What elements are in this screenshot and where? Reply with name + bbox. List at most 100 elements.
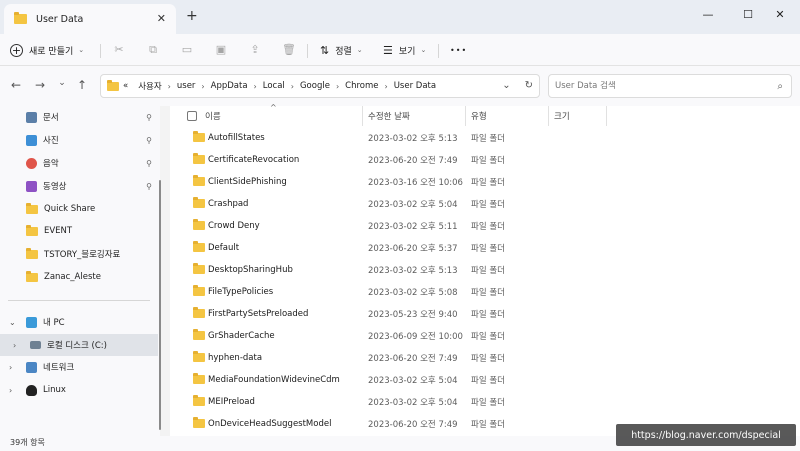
breadcrumb-item[interactable]: user xyxy=(177,81,196,91)
tab-close-button[interactable]: ✕ xyxy=(157,12,166,25)
column-header-label: 크기 xyxy=(554,112,570,122)
command-bar: + 새로 만들기 ⌄ ✂ ⧉ ▭ ▣ ⇪ 🗑 ⇅ 정렬 ⌄ ☰ 보기 ⌄ ••• xyxy=(0,34,800,66)
breadcrumb-item[interactable]: User Data xyxy=(394,81,436,91)
file-type: 파일 폴더 xyxy=(471,134,505,144)
chevron-down-icon: ⌄ xyxy=(420,46,427,54)
new-tab-button[interactable]: + xyxy=(186,8,198,24)
sidebar-item-linux[interactable]: › Linux xyxy=(0,379,158,401)
search-input[interactable] xyxy=(555,81,755,91)
file-type: 파일 폴더 xyxy=(471,420,505,430)
navigation-pane: 문서 ⚲ 사진 ⚲ 음악 ⚲ 동영상 ⚲ Quick Share EVENT T… xyxy=(0,106,161,436)
sidebar-item-network[interactable]: › 네트워크 xyxy=(0,356,158,378)
file-type: 파일 폴더 xyxy=(471,244,505,254)
address-dropdown-icon[interactable]: ⌄ xyxy=(502,80,510,91)
table-row[interactable]: MEIPreload 2023-03-02 오후 5:04 파일 폴더 xyxy=(170,391,800,413)
sidebar-item-label: 로컬 디스크 (C:) xyxy=(47,341,107,351)
delete-icon[interactable]: 🗑 xyxy=(281,42,297,58)
column-divider[interactable] xyxy=(362,106,363,126)
column-header-size[interactable]: 크기 xyxy=(554,106,570,126)
column-divider[interactable] xyxy=(548,106,549,126)
forward-button[interactable]: → xyxy=(32,78,48,92)
refresh-icon[interactable]: ↻ xyxy=(525,80,533,91)
address-bar[interactable]: « 사용자 › user › AppData › Local › Google … xyxy=(100,74,540,98)
breadcrumb-item[interactable]: 사용자 xyxy=(138,80,161,92)
plus-icon: + xyxy=(10,43,23,57)
file-date: 2023-03-02 오후 5:13 xyxy=(368,134,458,144)
file-type: 파일 폴더 xyxy=(471,266,505,276)
new-button[interactable]: + 새로 만들기 ⌄ xyxy=(10,40,84,60)
table-row[interactable]: FileTypePolicies 2023-03-02 오후 5:08 파일 폴… xyxy=(170,281,800,303)
column-header-label: 유형 xyxy=(471,112,487,122)
table-row[interactable]: Default 2023-06-20 오후 5:37 파일 폴더 xyxy=(170,237,800,259)
pin-icon: ⚲ xyxy=(146,112,152,122)
search-box[interactable]: ⌕ xyxy=(548,74,792,98)
table-row[interactable]: AutofillStates 2023-03-02 오후 5:13 파일 폴더 xyxy=(170,127,800,149)
column-header-type[interactable]: 유형 xyxy=(471,106,487,126)
breadcrumb-separator: › xyxy=(253,81,257,91)
chevron-right-icon[interactable]: › xyxy=(13,341,16,350)
table-row[interactable]: DesktopSharingHub 2023-03-02 오후 5:13 파일 … xyxy=(170,259,800,281)
sidebar-item-documents[interactable]: 문서 ⚲ xyxy=(0,106,158,128)
sidebar-item-music[interactable]: 음악 ⚲ xyxy=(0,152,158,174)
chevron-down-icon: ⌄ xyxy=(356,46,363,54)
breadcrumb-item[interactable]: Google xyxy=(300,81,330,91)
back-button[interactable]: ← xyxy=(8,78,24,92)
folder-icon xyxy=(26,202,38,214)
table-row[interactable]: Crashpad 2023-03-02 오후 5:04 파일 폴더 xyxy=(170,193,800,215)
sidebar-item-pictures[interactable]: 사진 ⚲ xyxy=(0,129,158,151)
chevron-right-icon[interactable]: › xyxy=(9,386,12,395)
copy-icon[interactable]: ⧉ xyxy=(145,42,161,58)
sidebar-item-local-disk[interactable]: › 로컬 디스크 (C:) xyxy=(0,334,158,356)
table-row[interactable]: Crowd Deny 2023-03-02 오후 5:11 파일 폴더 xyxy=(170,215,800,237)
more-options-button[interactable]: ••• xyxy=(450,40,467,60)
cut-icon[interactable]: ✂ xyxy=(111,42,127,58)
file-list: ^ 이름 수정한 날짜 유형 크기 AutofillStates 2023-03… xyxy=(170,103,800,436)
table-row[interactable]: ClientSidePhishing 2023-03-16 오전 10:06 파… xyxy=(170,171,800,193)
breadcrumb-item[interactable]: Chrome xyxy=(345,81,378,91)
up-button[interactable]: ↑ xyxy=(74,78,90,92)
file-name: DesktopSharingHub xyxy=(208,265,293,275)
sidebar-scrollbar[interactable] xyxy=(159,180,161,430)
table-row[interactable]: MediaFoundationWidevineCdm 2023-03-02 오후… xyxy=(170,369,800,391)
view-button[interactable]: ☰ 보기 ⌄ xyxy=(383,40,426,60)
chevron-down-icon[interactable]: ⌄ xyxy=(9,318,16,327)
sidebar-item-quick-share[interactable]: Quick Share xyxy=(0,198,158,220)
column-divider[interactable] xyxy=(606,106,607,126)
search-icon[interactable]: ⌕ xyxy=(777,81,783,92)
share-icon[interactable]: ⇪ xyxy=(247,42,263,58)
table-row[interactable]: GrShaderCache 2023-06-09 오전 10:00 파일 폴더 xyxy=(170,325,800,347)
tab-user-data[interactable]: User Data ✕ xyxy=(4,4,176,34)
sidebar-item-tstory[interactable]: TSTORY_블로깅자료 xyxy=(0,243,158,265)
folder-icon xyxy=(193,241,205,252)
item-count: 39개 항목 xyxy=(10,438,45,447)
minimize-button[interactable]: — xyxy=(688,3,728,25)
pin-icon: ⚲ xyxy=(146,135,152,145)
sidebar-item-videos[interactable]: 동영상 ⚲ xyxy=(0,175,158,197)
breadcrumb-separator: › xyxy=(201,81,205,91)
paste-icon[interactable]: ▭ xyxy=(179,42,195,58)
chevron-right-icon[interactable]: › xyxy=(9,363,12,372)
table-row[interactable]: CertificateRevocation 2023-06-20 오전 7:49… xyxy=(170,149,800,171)
table-row[interactable]: FirstPartySetsPreloaded 2023-05-23 오전 9:… xyxy=(170,303,800,325)
recent-locations-button[interactable]: ⌄ xyxy=(54,78,70,88)
breadcrumb-overflow[interactable]: « xyxy=(123,81,128,91)
close-window-button[interactable]: ✕ xyxy=(760,3,800,25)
chevron-down-icon: ⌄ xyxy=(78,46,85,54)
new-button-label: 새로 만들기 xyxy=(29,46,74,57)
select-all-checkbox[interactable] xyxy=(187,111,197,121)
title-bar: User Data ✕ + — ☐ ✕ xyxy=(0,0,800,34)
column-divider[interactable] xyxy=(465,106,466,126)
sidebar-item-event[interactable]: EVENT xyxy=(0,220,158,242)
sort-icon: ⇅ xyxy=(320,43,330,57)
rename-icon[interactable]: ▣ xyxy=(213,42,229,58)
sort-button[interactable]: ⇅ 정렬 ⌄ xyxy=(320,40,363,60)
table-row[interactable]: hyphen-data 2023-06-20 오전 7:49 파일 폴더 xyxy=(170,347,800,369)
sidebar-item-this-pc[interactable]: ⌄ 내 PC xyxy=(0,311,158,333)
column-header-name[interactable]: 이름 xyxy=(205,106,221,126)
breadcrumb-item[interactable]: Local xyxy=(263,81,285,91)
folder-icon xyxy=(193,417,205,428)
sidebar-item-zanac[interactable]: Zanac_Aleste xyxy=(0,266,158,288)
column-header-date[interactable]: 수정한 날짜 xyxy=(368,106,410,126)
breadcrumb-item[interactable]: AppData xyxy=(211,81,248,91)
file-type: 파일 폴더 xyxy=(471,222,505,232)
